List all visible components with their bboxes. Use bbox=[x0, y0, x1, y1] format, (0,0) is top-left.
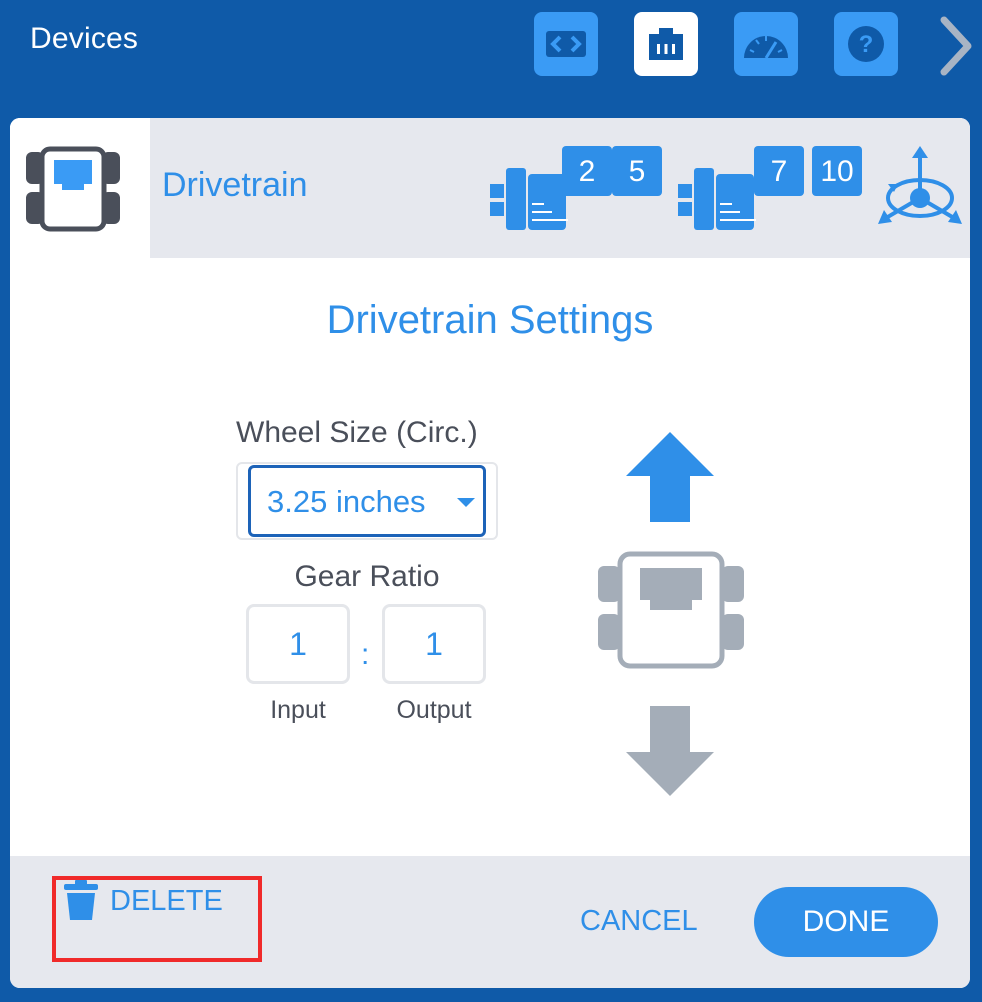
device-icon-box bbox=[10, 118, 150, 258]
wheel-size-label: Wheel Size (Circ.) bbox=[236, 416, 478, 449]
chevron-right-icon[interactable] bbox=[936, 14, 976, 78]
dashboard-button[interactable] bbox=[734, 12, 798, 76]
cancel-button[interactable]: CANCEL bbox=[580, 905, 698, 938]
dashboard-gauge-icon bbox=[744, 36, 788, 59]
delete-button[interactable]: DELETE bbox=[62, 880, 223, 922]
motor-group-2[interactable]: 7 10 bbox=[678, 146, 868, 236]
port-badge: 7 bbox=[754, 146, 804, 196]
motor-icon bbox=[490, 168, 568, 230]
port-badge: 5 bbox=[612, 146, 662, 196]
chevron-down-icon bbox=[457, 498, 475, 507]
arrow-up-icon[interactable] bbox=[626, 432, 714, 522]
settings-title: Drivetrain Settings bbox=[326, 298, 654, 342]
devices-button[interactable] bbox=[634, 12, 698, 76]
port-badge: 10 bbox=[812, 146, 862, 196]
drivetrain-robot-icon bbox=[26, 146, 120, 232]
device-header: Drivetrain 2 5 7 10 bbox=[10, 118, 970, 258]
gear-input-field[interactable]: 1 bbox=[246, 604, 350, 684]
top-bar: Devices ? bbox=[0, 0, 982, 96]
help-icon: ? bbox=[848, 26, 884, 62]
device-header-info: Drivetrain 2 5 7 10 bbox=[150, 118, 970, 258]
output-caption: Output bbox=[396, 696, 472, 724]
ethernet-port-icon bbox=[649, 28, 683, 60]
motor-group-1[interactable]: 2 5 bbox=[490, 146, 670, 236]
delete-label: DELETE bbox=[110, 884, 223, 917]
wheel-size-select[interactable]: 3.25 inches bbox=[248, 465, 486, 537]
help-button[interactable]: ? bbox=[834, 12, 898, 76]
code-icon bbox=[546, 31, 586, 57]
gear-output-field[interactable]: 1 bbox=[382, 604, 486, 684]
port-badge: 2 bbox=[562, 146, 612, 196]
svg-text:?: ? bbox=[859, 31, 874, 58]
gear-ratio-label: Gear Ratio bbox=[294, 560, 440, 593]
motor-icon bbox=[678, 168, 756, 230]
wheel-size-value: 3.25 inches bbox=[267, 484, 426, 519]
input-caption: Input bbox=[270, 696, 326, 724]
gear-ratio-separator: : bbox=[361, 638, 370, 671]
device-name: Drivetrain bbox=[162, 166, 308, 204]
device-settings-panel: Drivetrain 2 5 7 10 Drivetrain Settings … bbox=[10, 118, 970, 988]
robot-top-view-icon bbox=[598, 551, 744, 669]
trash-icon bbox=[64, 880, 98, 920]
code-view-button[interactable] bbox=[534, 12, 598, 76]
page-title: Devices bbox=[30, 22, 139, 55]
done-button[interactable]: DONE bbox=[754, 887, 938, 957]
gyro-axes-icon[interactable] bbox=[872, 146, 968, 228]
arrow-down-icon[interactable] bbox=[626, 706, 714, 796]
